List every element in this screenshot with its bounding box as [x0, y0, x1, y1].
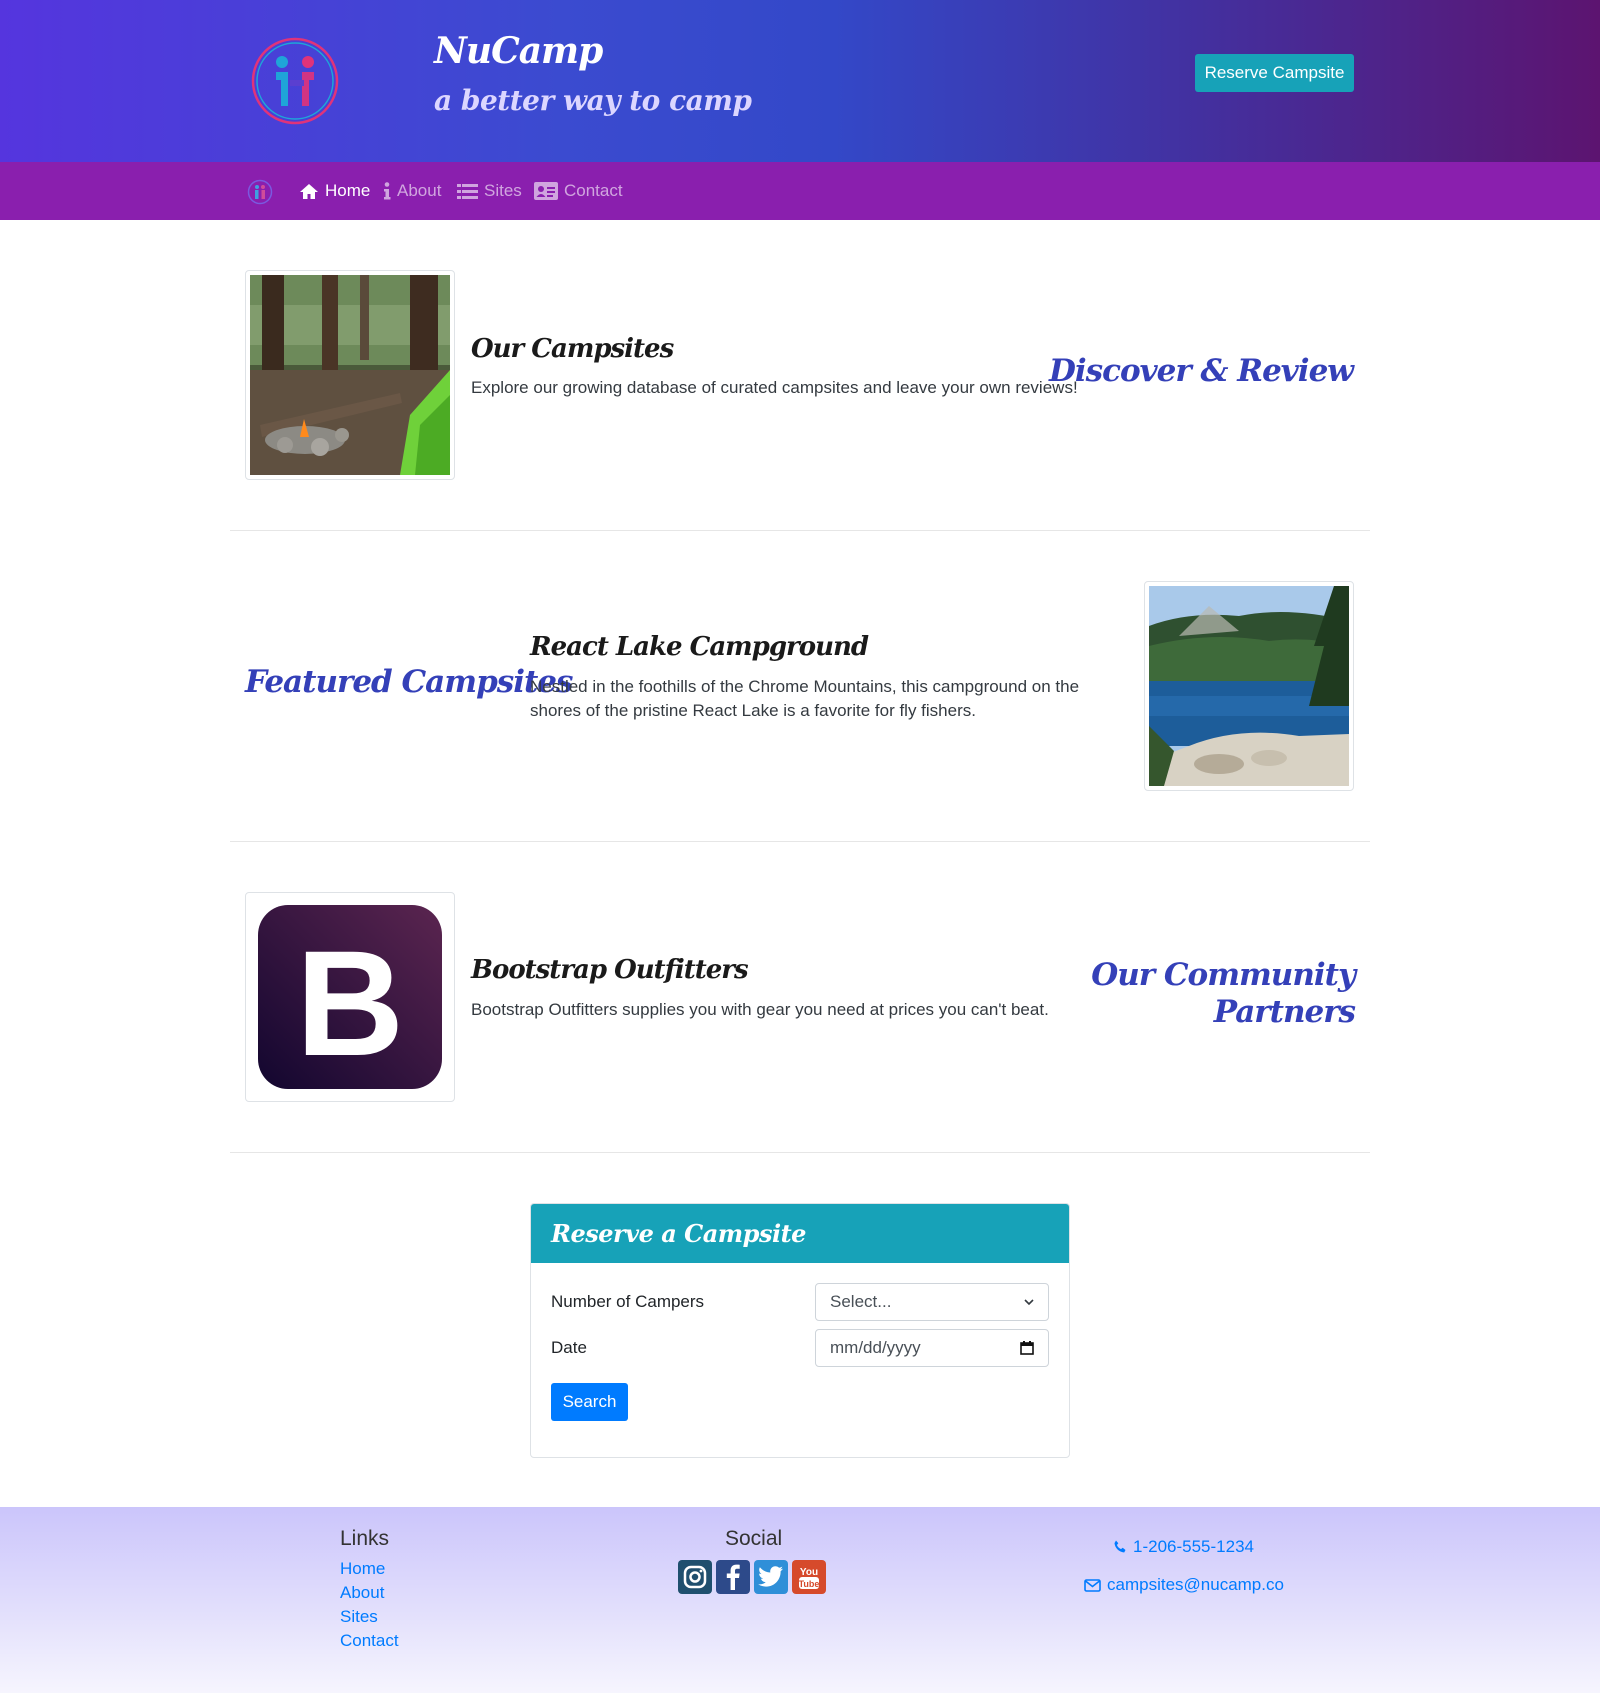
section-text-line: shores of the pristine React Lake is a f…: [530, 701, 976, 720]
footer-link-contact[interactable]: Contact: [340, 1631, 399, 1651]
nav-item-about[interactable]: About: [383, 162, 441, 220]
nav-item-contact[interactable]: Contact: [534, 162, 623, 220]
main-navbar: Home About Sites Contact: [0, 162, 1600, 220]
nav-label: About: [397, 181, 442, 200]
section-title: Our Campsites: [471, 334, 674, 364]
calendar-icon[interactable]: [1020, 1341, 1034, 1355]
facebook-icon[interactable]: [716, 1560, 750, 1594]
search-button[interactable]: Search: [551, 1383, 628, 1421]
site-title: NuCamp: [434, 30, 603, 72]
lake-photo: [1149, 586, 1349, 786]
nav-item-home[interactable]: Home: [299, 162, 370, 220]
section-divider: [230, 1152, 1370, 1153]
footer-social-heading: Social: [725, 1527, 783, 1550]
svg-text:You: You: [800, 1567, 818, 1578]
section-heading-line: Partners: [1213, 994, 1356, 1030]
card-title: Reserve a Campsite: [551, 1219, 806, 1248]
section-text: Explore our growing database of curated …: [471, 378, 1078, 397]
reserve-campsite-button[interactable]: Reserve Campsite: [1195, 54, 1354, 92]
date-input[interactable]: mm/dd/yyyy: [815, 1329, 1049, 1367]
section-text-line: Nestled in the foothills of the Chrome M…: [530, 677, 1080, 696]
navbar-logo[interactable]: [247, 179, 273, 205]
campsite-thumbnail: [245, 270, 455, 480]
footer-links-heading: Links: [340, 1527, 390, 1550]
nav-label: Home: [325, 181, 371, 200]
instagram-icon[interactable]: [678, 1560, 712, 1594]
nav-item-sites[interactable]: Sites: [457, 162, 522, 220]
section-heading-line: Our Community: [1091, 957, 1356, 993]
campground-thumbnail: [1144, 581, 1354, 791]
date-placeholder: mm/dd/yyyy: [830, 1338, 921, 1357]
phone-icon: [1114, 1540, 1126, 1553]
home-icon: [300, 183, 318, 199]
twitter-icon[interactable]: [754, 1560, 788, 1594]
section-title: Bootstrap Outfitters: [471, 955, 749, 985]
campers-label: Number of Campers: [551, 1292, 705, 1311]
footer-email[interactable]: campsites@nucamp.co: [1084, 1575, 1284, 1595]
list-icon: [457, 183, 478, 199]
address-card-icon: [534, 182, 558, 200]
reservation-card: Reserve a Campsite Number of Campers Sel…: [530, 1203, 1070, 1458]
campers-select[interactable]: Select...: [815, 1283, 1049, 1321]
section-heading: Featured Campsites: [245, 664, 573, 700]
footer-link-about[interactable]: About: [340, 1583, 384, 1603]
section-text: Bootstrap Outfitters supplies you with g…: [471, 1000, 1049, 1019]
footer-link-home[interactable]: Home: [340, 1559, 385, 1579]
site-footer: Links Home About Sites Contact Social Yo…: [0, 1507, 1600, 1693]
svg-text:Tube: Tube: [799, 1579, 820, 1589]
nav-label: Contact: [564, 181, 623, 200]
bootstrap-letter: B: [296, 919, 404, 1087]
date-label: Date: [551, 1338, 587, 1357]
section-divider: [230, 841, 1370, 842]
section-divider: [230, 530, 1370, 531]
phone-number: 1-206-555-1234: [1133, 1537, 1254, 1556]
campers-select-value: Select...: [830, 1292, 892, 1311]
bootstrap-logo: B: [258, 905, 442, 1089]
nucamp-logo: [251, 37, 339, 125]
chevron-down-icon: [1024, 1298, 1034, 1305]
nav-label: Sites: [484, 181, 522, 200]
partner-thumbnail: B: [245, 892, 455, 1102]
footer-phone[interactable]: 1-206-555-1234: [1113, 1537, 1254, 1557]
footer-link-sites[interactable]: Sites: [340, 1607, 378, 1627]
campsite-photo: [250, 275, 450, 475]
site-tagline: a better way to camp: [434, 84, 752, 117]
card-header: Reserve a Campsite: [531, 1204, 1069, 1263]
youtube-icon[interactable]: You Tube: [792, 1560, 826, 1594]
section-title: React Lake Campground: [530, 632, 869, 662]
email-address: campsites@nucamp.co: [1107, 1575, 1284, 1594]
info-icon: [384, 182, 391, 200]
envelope-icon: [1084, 1578, 1101, 1592]
header-jumbotron: NuCamp a better way to camp Reserve Camp…: [0, 0, 1600, 162]
section-heading: Discover & Review: [1049, 353, 1354, 389]
